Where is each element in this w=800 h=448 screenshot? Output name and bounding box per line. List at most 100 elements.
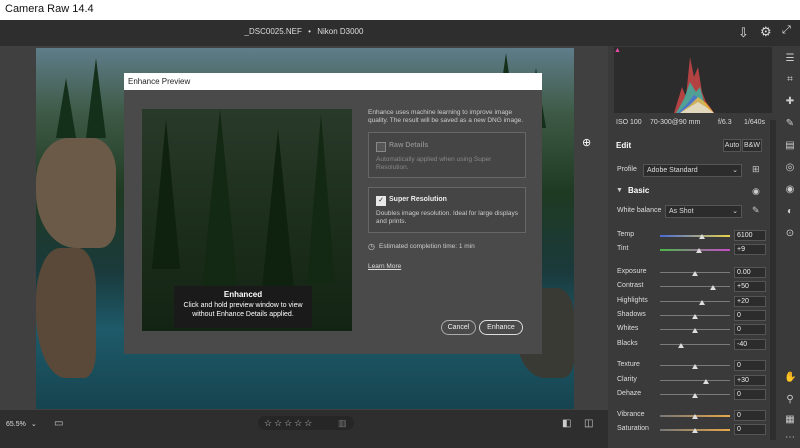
slider-knob-blacks[interactable] (678, 343, 684, 348)
chevron-down-icon: ⌄ (30, 421, 37, 428)
trash-icon[interactable]: ▥ (338, 418, 347, 429)
chevron-down-icon[interactable]: ▼ (616, 187, 623, 194)
slider-knob-saturation[interactable] (692, 428, 698, 433)
slider-knob-vibrance[interactable] (692, 414, 698, 419)
slider-value-vibrance[interactable]: 0 (734, 410, 766, 421)
slider-track-temp[interactable] (660, 235, 730, 237)
chevron-down-icon: ⌄ (732, 167, 738, 174)
slider-value-contrast[interactable]: +50 (734, 281, 766, 292)
lens: 70-300@90 mm (650, 119, 701, 126)
slider-knob-clarity[interactable] (702, 379, 709, 384)
white-balance-value: As Shot (669, 208, 694, 215)
dialog-description: Enhance uses machine learning to improve… (368, 109, 524, 124)
slider-value-texture[interactable]: 0 (734, 360, 766, 371)
edit-title: Edit (616, 141, 632, 150)
slider-value-clarity[interactable]: +30 (734, 375, 766, 386)
zoom-level[interactable]: 65.5% ⌄ (6, 420, 37, 428)
slider-knob-tint[interactable] (695, 248, 702, 253)
slider-knob-contrast[interactable] (709, 285, 716, 290)
zoom-tool-icon[interactable]: ⊕ (582, 136, 591, 149)
more-icon[interactable]: ⋯ (784, 432, 796, 444)
slider-knob-exposure[interactable] (692, 271, 698, 276)
slider-track-highlights[interactable] (660, 301, 730, 302)
slider-knob-texture[interactable] (692, 364, 698, 369)
enhance-dialog: Enhance Preview Enhanced Click and hold … (124, 73, 542, 354)
super-resolution-option: ✓ Super Resolution Doubles image resolut… (368, 187, 526, 233)
app-titlebar: Camera Raw 14.4 (0, 0, 800, 20)
raw-details-checkbox[interactable] (376, 142, 386, 152)
zoom-value: 65.5% (6, 421, 26, 428)
slider-label-tint: Tint (617, 245, 629, 252)
compare-icon[interactable]: ◫ (584, 418, 593, 429)
presets-icon[interactable]: ◐ (784, 206, 796, 218)
slider-label-contrast: Contrast (617, 282, 644, 289)
slider-knob-highlights[interactable] (699, 300, 705, 305)
clock-icon: ◷ (368, 242, 375, 251)
slider-knob-whites[interactable] (692, 328, 698, 333)
learn-more-link[interactable]: Learn More (368, 263, 401, 271)
expand-icon[interactable]: ⤢ (782, 24, 791, 37)
slider-label-dehaze: Dehaze (617, 390, 642, 397)
profile-select[interactable]: Adobe Standard ⌄ (643, 164, 742, 177)
enhance-tooltip: Enhanced Click and hold preview window t… (174, 286, 312, 328)
slider-value-temp[interactable]: 6100 (734, 230, 766, 241)
iso: ISO 100 (616, 119, 642, 126)
healing-icon[interactable]: ✚ (784, 96, 796, 108)
save-icon[interactable]: ⇩ (738, 25, 749, 41)
profile-label: Profile (617, 166, 637, 173)
slider-knob-shadows[interactable] (692, 314, 698, 319)
edit-sliders-icon[interactable]: ☰ (784, 53, 796, 65)
enhance-button[interactable]: Enhance (479, 320, 523, 335)
slider-knob-temp[interactable] (699, 234, 705, 239)
file-info: _DSC0025.NEF • Nikon D3000 (0, 27, 608, 36)
cancel-button[interactable]: Cancel (441, 320, 476, 335)
radial-icon[interactable]: ◎ (784, 162, 796, 174)
slider-value-shadows[interactable]: 0 (734, 310, 766, 321)
zoom-icon[interactable]: ⚲ (784, 394, 796, 406)
gear-icon[interactable]: ⚙ (760, 24, 772, 40)
slider-label-clarity: Clarity (617, 376, 637, 383)
white-balance-select[interactable]: As Shot ⌄ (665, 205, 742, 218)
slider-label-saturation: Saturation (617, 425, 649, 432)
tooltip-title: Enhanced (223, 290, 263, 299)
snapshots-icon[interactable]: ⊙ (784, 228, 796, 240)
auto-button[interactable]: Auto (723, 139, 741, 152)
slider-track-contrast[interactable] (660, 286, 730, 287)
dialog-titlebar: Enhance Preview (124, 73, 542, 90)
shadow-clip-icon[interactable]: ▲ (614, 47, 621, 54)
slider-value-blacks[interactable]: -40 (734, 339, 766, 350)
super-resolution-checkbox[interactable]: ✓ (376, 196, 386, 206)
separator: • (308, 27, 311, 36)
profile-browser-icon[interactable]: ⊞ (752, 164, 760, 175)
camera-model: Nikon D3000 (317, 27, 364, 36)
slider-value-exposure[interactable]: 0.00 (734, 267, 766, 278)
tooltip-body: Click and hold preview window to view wi… (183, 302, 303, 318)
bw-button[interactable]: B&W (742, 139, 762, 152)
white-balance-label: White balance (617, 207, 662, 214)
slider-track-blacks[interactable] (660, 344, 730, 345)
eye-icon[interactable]: ◉ (752, 186, 760, 197)
brush-icon[interactable]: ✎ (784, 118, 796, 130)
chevron-down-icon: ⌄ (732, 208, 738, 215)
eyedropper-icon[interactable]: ✎ (752, 205, 760, 216)
slider-value-highlights[interactable]: +20 (734, 296, 766, 307)
super-resolution-desc: Doubles image resolution. Ideal for larg… (376, 210, 518, 225)
slider-label-blacks: Blacks (617, 340, 638, 347)
gradient-icon[interactable]: ▤ (784, 140, 796, 152)
raw-details-label: Raw Details (389, 142, 429, 149)
slider-value-dehaze[interactable]: 0 (734, 389, 766, 400)
hand-icon[interactable]: ✋ (784, 372, 796, 384)
panel-scrollbar[interactable] (770, 120, 776, 440)
raw-details-desc: Automatically applied when using Super R… (376, 156, 492, 171)
crop-icon[interactable]: ⌗ (784, 74, 796, 86)
slider-value-saturation[interactable]: 0 (734, 424, 766, 435)
slider-value-tint[interactable]: +9 (734, 244, 766, 255)
slider-track-clarity[interactable] (660, 380, 730, 381)
redeye-icon[interactable]: ◉ (784, 184, 796, 196)
before-after-icon[interactable]: ◧ (562, 418, 571, 429)
grid-icon[interactable]: ▦ (784, 414, 796, 426)
histogram: ▲ (614, 47, 772, 113)
slider-value-whites[interactable]: 0 (734, 324, 766, 335)
filmstrip-icon[interactable]: ▭ (54, 418, 63, 429)
slider-knob-dehaze[interactable] (692, 393, 698, 398)
